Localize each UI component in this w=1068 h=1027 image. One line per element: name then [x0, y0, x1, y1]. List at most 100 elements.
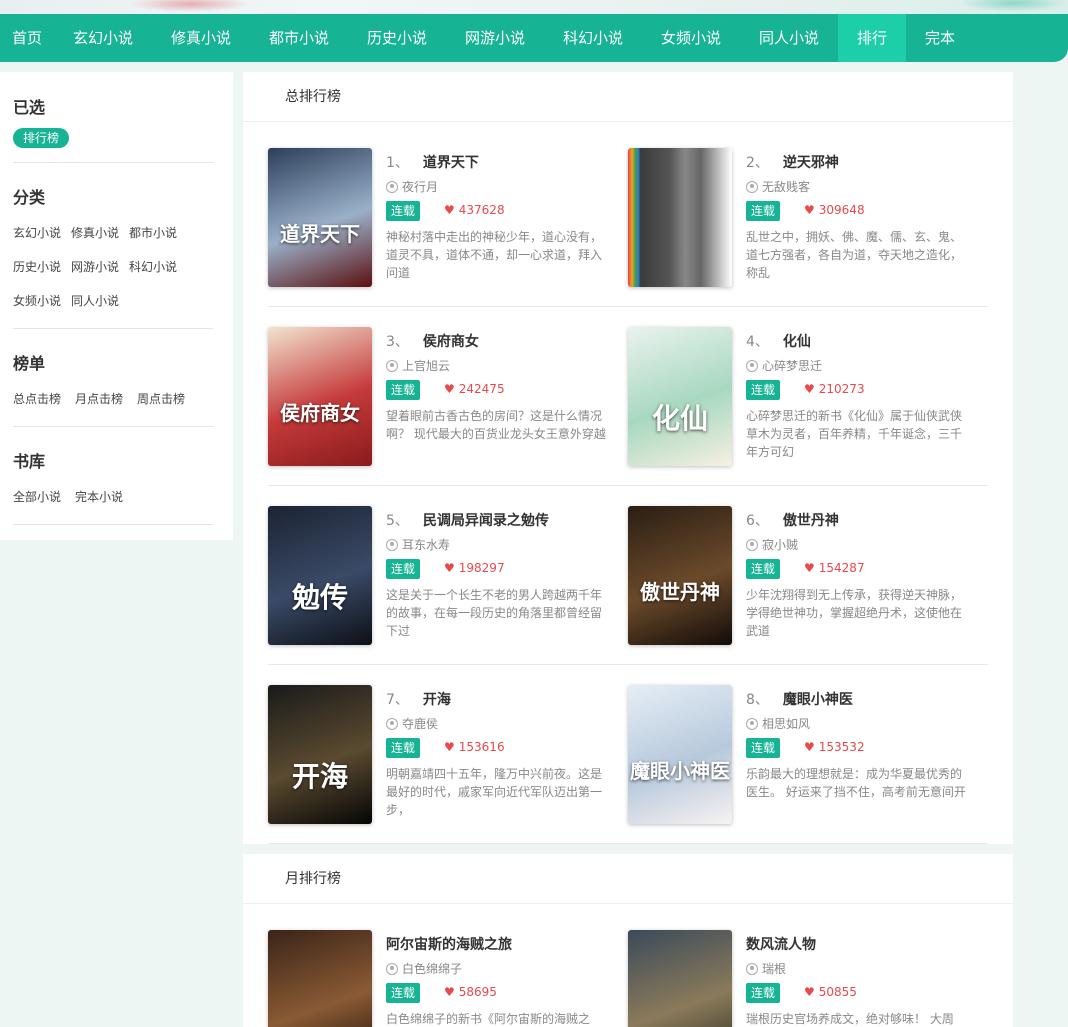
- book-title-text[interactable]: 逆天邪神: [783, 155, 839, 171]
- nav-item-7[interactable]: 女频小说: [642, 14, 740, 62]
- nav-item-9[interactable]: 排行: [838, 14, 906, 62]
- book-title-text[interactable]: 魔眼小神医: [783, 692, 853, 708]
- category-link[interactable]: 女频小说: [13, 294, 61, 308]
- status-badge: 连载: [746, 983, 781, 1003]
- book-title[interactable]: 7、 开海: [386, 689, 451, 709]
- category-link[interactable]: 网游小说: [71, 260, 119, 274]
- user-icon: [386, 181, 398, 193]
- book-title[interactable]: 2、 逆天邪神: [746, 152, 839, 172]
- book-rank: 1、: [386, 155, 409, 171]
- book-cover[interactable]: 勉传: [268, 506, 372, 645]
- nav-item-5[interactable]: 网游小说: [446, 14, 544, 62]
- book-title[interactable]: 阿尔宙斯的海贼之旅: [386, 934, 512, 954]
- book-card[interactable]: 傲世丹神 6、 傲世丹神 寂小贼 连载 ♥ 154287 少年沈翔得到无上传承，获得逆天神脉，…: [628, 506, 988, 646]
- book-card[interactable]: 数风流人物 瑞根 连载 ♥ 50855 瑞根历史官场养成文，绝对够味！ 大周: [628, 930, 988, 1027]
- nav-item-0[interactable]: 首页: [0, 14, 54, 62]
- book-title[interactable]: 数风流人物: [746, 934, 816, 954]
- book-likes: ♥ 437628: [444, 203, 505, 217]
- nav-item-10[interactable]: 完本: [906, 14, 974, 62]
- book-cover[interactable]: 道界天下: [268, 148, 372, 287]
- book-cover[interactable]: [628, 930, 732, 1027]
- user-icon: [386, 963, 398, 975]
- book-title[interactable]: 3、 侯府商女: [386, 331, 479, 351]
- likes-count: 58695: [458, 985, 497, 999]
- book-title-text[interactable]: 道界天下: [423, 155, 479, 171]
- library-link[interactable]: 全部小说: [13, 490, 61, 504]
- category-link[interactable]: 同人小说: [71, 294, 119, 308]
- book-card[interactable]: 2、 逆天邪神 无敌贱客 连载 ♥ 309648 乱世之中，拥妖、佛、魔、儒、玄、鬼、道七方…: [628, 148, 988, 288]
- book-cover[interactable]: [628, 148, 732, 287]
- book-title[interactable]: 8、 魔眼小神医: [746, 689, 853, 709]
- category-link[interactable]: 玄幻小说: [13, 226, 61, 240]
- library-link[interactable]: 完本小说: [75, 490, 123, 504]
- status-badge: 连载: [746, 738, 781, 758]
- status-badge: 连载: [746, 201, 781, 221]
- user-icon: [386, 539, 398, 551]
- book-card[interactable]: 化仙 4、 化仙 心碎梦思迁 连载 ♥ 210273 心碎梦思迁的新书《化仙》属于仙侠武侠草木…: [628, 327, 988, 467]
- selected-chip-ranking[interactable]: 排行榜: [13, 128, 70, 148]
- book-title-text[interactable]: 民调局异闻录之勉传: [423, 513, 549, 529]
- ranking-link[interactable]: 周点击榜: [137, 392, 185, 406]
- book-title-text[interactable]: 傲世丹神: [783, 513, 839, 529]
- nav-item-6[interactable]: 科幻小说: [544, 14, 642, 62]
- book-cover[interactable]: 开海: [268, 685, 372, 824]
- book-title[interactable]: 5、 民调局异闻录之勉传: [386, 510, 549, 530]
- status-badge: 连载: [746, 380, 781, 400]
- category-row: 历史小说 网游小说 科幻小说: [13, 258, 187, 275]
- book-description: 乱世之中，拥妖、佛、魔、儒、玄、鬼、道七方强者，各自为道，夺天地之造化，称乱: [746, 230, 963, 280]
- ranking-link[interactable]: 总点击榜: [13, 392, 61, 406]
- selected-section: 已选: [13, 94, 213, 118]
- likes-count: 153616: [458, 740, 505, 754]
- cover-title-art: 傲世丹神: [640, 580, 720, 604]
- book-cover[interactable]: 魔眼小神医: [628, 685, 732, 824]
- book-author: 心碎梦思迁: [746, 357, 822, 374]
- book-description: 这是关于一个长生不老的男人跨越两千年的故事，在每一段历史的角落里都曾经留下过: [386, 588, 603, 638]
- heart-icon: ♥: [804, 740, 815, 754]
- heart-icon: ♥: [444, 561, 455, 575]
- heart-icon: ♥: [804, 382, 815, 396]
- book-title-text[interactable]: 侯府商女: [423, 334, 479, 350]
- nav-item-4[interactable]: 历史小说: [348, 14, 446, 62]
- book-cover[interactable]: 化仙: [628, 327, 732, 466]
- author-name: 夜行月: [402, 180, 439, 194]
- category-link[interactable]: 历史小说: [13, 260, 61, 274]
- book-rank: 7、: [386, 692, 409, 708]
- selected-chip-wrap: 排行榜: [13, 127, 70, 148]
- book-card[interactable]: 侯府商女 3、 侯府商女 上官旭云 连载 ♥ 242475 望着眼前古香古色的房间？这是什么情…: [268, 327, 628, 467]
- sidebar-divider: [13, 524, 213, 525]
- ranking-link[interactable]: 月点击榜: [75, 392, 123, 406]
- likes-count: 437628: [458, 203, 505, 217]
- book-title-text[interactable]: 数风流人物: [746, 937, 816, 953]
- likes-count: 50855: [818, 985, 857, 999]
- book-title-text[interactable]: 化仙: [783, 334, 811, 350]
- category-link[interactable]: 都市小说: [129, 226, 177, 240]
- book-card[interactable]: 道界天下 1、 道界天下 夜行月 连载 ♥ 437628 神秘村落中走出的神秘少年，道心没有，…: [268, 148, 628, 288]
- total-rank-panel: 总排行榜 道界天下 1、 道界天下 夜行月 连载 ♥ 437628 神秘村落中走出的神秘少年，…: [243, 72, 1013, 844]
- book-title[interactable]: 1、 道界天下: [386, 152, 479, 172]
- book-cover[interactable]: [268, 930, 372, 1027]
- status-badge: 连载: [386, 983, 421, 1003]
- book-title[interactable]: 6、 傲世丹神: [746, 510, 839, 530]
- sidebar-divider: [13, 426, 213, 427]
- author-name: 瑞根: [762, 962, 787, 976]
- author-name: 相思如风: [762, 717, 811, 731]
- book-title-text[interactable]: 阿尔宙斯的海贼之旅: [386, 937, 512, 953]
- nav-item-1[interactable]: 玄幻小说: [54, 14, 152, 62]
- author-name: 心碎梦思迁: [762, 359, 823, 373]
- total-rank-title: 总排行榜: [243, 72, 1013, 122]
- book-card[interactable]: 勉传 5、 民调局异闻录之勉传 耳东水寿 连载 ♥ 198297 这是关于一个长生不老的男人跨…: [268, 506, 628, 646]
- book-cover[interactable]: 侯府商女: [268, 327, 372, 466]
- book-card[interactable]: 开海 7、 开海 夺鹿侯 连载 ♥ 153616 明朝嘉靖四十五年，隆万中兴前夜。这是最好的时…: [268, 685, 628, 825]
- heart-icon: ♥: [804, 985, 815, 999]
- category-link[interactable]: 修真小说: [71, 226, 119, 240]
- book-title-text[interactable]: 开海: [423, 692, 451, 708]
- nav-item-8[interactable]: 同人小说: [740, 14, 838, 62]
- book-likes: ♥ 242475: [444, 382, 505, 396]
- category-link[interactable]: 科幻小说: [129, 260, 177, 274]
- book-card[interactable]: 阿尔宙斯的海贼之旅 白色绵绵子 连载 ♥ 58695 白色绵绵子的新书《阿尔宙斯的海贼之: [268, 930, 628, 1027]
- nav-item-2[interactable]: 修真小说: [152, 14, 250, 62]
- book-card[interactable]: 魔眼小神医 8、 魔眼小神医 相思如风 连载 ♥ 153532 乐韵最大的理想就是：成为华夏最…: [628, 685, 988, 825]
- book-title[interactable]: 4、 化仙: [746, 331, 811, 351]
- book-cover[interactable]: 傲世丹神: [628, 506, 732, 645]
- nav-item-3[interactable]: 都市小说: [250, 14, 348, 62]
